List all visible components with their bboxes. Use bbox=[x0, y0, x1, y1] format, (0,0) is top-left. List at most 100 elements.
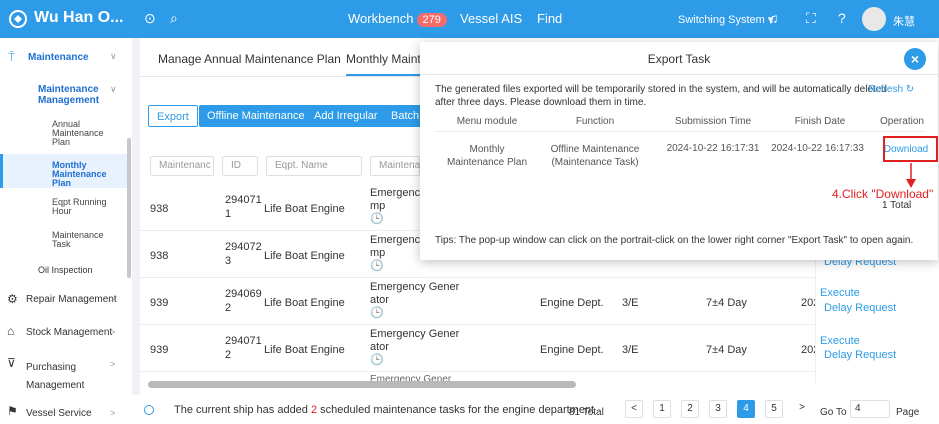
search-icon[interactable]: ⌕ bbox=[170, 10, 178, 27]
chevron-right-icon: > bbox=[110, 327, 116, 337]
pagination-page[interactable]: 5 bbox=[765, 400, 783, 418]
notification-bell-icon[interactable]: ♫ bbox=[768, 10, 779, 26]
horizontal-scrollbar[interactable] bbox=[148, 381, 576, 388]
col-header-function: Function bbox=[575, 116, 615, 127]
chevron-down-icon: ∨ bbox=[110, 51, 117, 61]
tab-monthly-plan[interactable]: Monthly Mainte bbox=[346, 52, 428, 76]
page-label: Page bbox=[896, 407, 920, 418]
refresh-button[interactable]: Refresh ↻ bbox=[868, 84, 914, 95]
footer-notice: The current ship has added 2 scheduled m… bbox=[174, 404, 595, 416]
offline-maintenance-button[interactable]: Offline Maintenance bbox=[199, 105, 313, 127]
sidebar-item-monthly-plan[interactable]: Monthly Maintenance Plan bbox=[52, 161, 107, 188]
row-no: 938 bbox=[150, 203, 169, 215]
close-icon[interactable]: × bbox=[904, 48, 926, 70]
sidebar-item-repair[interactable]: Repair Management bbox=[26, 294, 117, 305]
vessel-service-icon: ⚑ bbox=[7, 404, 18, 418]
arrow-down-icon bbox=[906, 163, 916, 188]
export-button[interactable]: Export bbox=[148, 105, 198, 127]
col-header-menu-module: Menu module bbox=[456, 116, 518, 127]
pagination-prev[interactable]: < bbox=[625, 400, 643, 418]
row-id: 294071 1 bbox=[225, 194, 262, 220]
tab-annual-plan[interactable]: Manage Annual Maintenance Plan bbox=[158, 52, 341, 66]
operation-column: Delay Request Execute Delay Request Exec… bbox=[815, 255, 939, 383]
row-function: Offline Maintenance (Maintenance Task) bbox=[550, 144, 640, 168]
row-dept: Engine Dept. bbox=[540, 297, 604, 309]
fullscreen-icon[interactable]: ⛶ bbox=[806, 10, 816, 27]
delay-request-link[interactable]: Delay Request bbox=[824, 349, 896, 361]
col-header-submission-time: Submission Time bbox=[674, 116, 752, 127]
execute-link[interactable]: Execute bbox=[820, 335, 860, 347]
goto-page-input[interactable]: 4 bbox=[850, 400, 890, 418]
row-dept: Engine Dept. bbox=[540, 344, 604, 356]
modal-title: Export Task bbox=[647, 52, 711, 66]
nav-find[interactable]: Find bbox=[537, 11, 562, 26]
filter-eqpt-name-input[interactable]: Eqpt. Name bbox=[266, 156, 362, 176]
pagination-page[interactable]: 1 bbox=[653, 400, 671, 418]
sidebar-item-oil-inspection[interactable]: Oil Inspection bbox=[38, 265, 93, 275]
switching-system-dropdown[interactable]: Switching System ▾ bbox=[678, 13, 773, 26]
col-header-operation: Operation bbox=[880, 116, 924, 127]
modal-info-line1: The generated files exported will be tem… bbox=[435, 84, 887, 95]
delay-request-link[interactable]: Delay Request bbox=[824, 302, 896, 314]
pagination-total: 81 Total bbox=[569, 407, 604, 418]
sidebar-item-purchasing[interactable]: Purchasing Management bbox=[26, 359, 84, 395]
home-icon: ⌂ bbox=[7, 324, 15, 338]
nav-vessel-ais[interactable]: Vessel AIS bbox=[460, 11, 522, 26]
sidebar-item-stock[interactable]: Stock Management bbox=[26, 327, 112, 338]
download-highlight-box bbox=[883, 136, 938, 162]
app-logo-icon bbox=[9, 10, 27, 28]
modal-info-line2: after three days. Please download them i… bbox=[435, 97, 647, 108]
table-row[interactable]: 939 294071 2 Life Boat Engine Emergency G… bbox=[140, 325, 820, 372]
pagination-page[interactable]: 2 bbox=[681, 400, 699, 418]
chevron-right-icon: > bbox=[110, 408, 116, 418]
sidebar: ⍑ Maintenance ∨ Maintenance Management ∨ … bbox=[0, 38, 132, 424]
col-header-finish-date: Finish Date bbox=[794, 116, 846, 127]
help-icon[interactable]: ? bbox=[838, 10, 846, 26]
pagination-page[interactable]: 3 bbox=[709, 400, 727, 418]
modal-total: 1 Total bbox=[882, 200, 912, 211]
chevron-right-icon: > bbox=[110, 294, 116, 304]
row-cycle: 7±4 Day bbox=[706, 297, 747, 309]
cart-icon: ⊽ bbox=[7, 356, 16, 370]
avatar[interactable] bbox=[862, 7, 886, 31]
back-circle-icon[interactable]: ⊙ bbox=[144, 10, 156, 27]
row-id: 294072 3 bbox=[225, 241, 262, 267]
row-submission-time: 2024-10-22 16:17:31 bbox=[666, 143, 760, 154]
modal-tips: Tips: The pop-up window can click on the… bbox=[435, 235, 914, 246]
table-footer: The current ship has added 2 scheduled m… bbox=[132, 395, 939, 424]
row-no: 938 bbox=[150, 250, 169, 262]
chevron-down-icon: ∨ bbox=[110, 84, 117, 94]
pagination-page-current[interactable]: 4 bbox=[737, 400, 755, 418]
add-irregular-button[interactable]: Add Irregular bbox=[306, 105, 386, 127]
export-task-modal: Export Task The generated files exported… bbox=[420, 42, 938, 260]
chevron-right-icon: > bbox=[110, 359, 116, 369]
row-finish-date: 2024-10-22 16:17:33 bbox=[771, 143, 864, 154]
wrench-icon: ⚙ bbox=[7, 292, 18, 306]
execute-link[interactable]: Execute bbox=[820, 287, 860, 299]
nav-workbench[interactable]: Workbench 279 bbox=[348, 11, 447, 27]
row-item: Emergency Gener ator 🕒 bbox=[370, 281, 460, 319]
row-no: 939 bbox=[150, 297, 169, 309]
sidebar-item-maintenance[interactable]: Maintenance bbox=[28, 52, 89, 63]
filter-id-input[interactable]: ID bbox=[222, 156, 258, 176]
pagination-next[interactable]: > bbox=[793, 400, 811, 418]
maintenance-icon: ⍑ bbox=[8, 50, 16, 64]
app-name: Wu Han O... bbox=[34, 9, 124, 26]
filter-maintenance-input[interactable]: Maintenanc bbox=[150, 156, 214, 176]
sidebar-item-vessel-service[interactable]: Vessel Service bbox=[26, 408, 92, 419]
refresh-icon: ↻ bbox=[905, 84, 915, 95]
sidebar-item-maint-mgmt[interactable]: Maintenance Management bbox=[38, 84, 99, 106]
row-eqpt-name: Life Boat Engine bbox=[264, 250, 345, 262]
table-row[interactable]: 939 294069 2 Life Boat Engine Emergency G… bbox=[140, 278, 820, 325]
sidebar-item-maintenance-task[interactable]: Maintenance Task bbox=[52, 231, 104, 249]
sidebar-item-annual-plan[interactable]: Annual Maintenance Plan bbox=[52, 120, 104, 147]
row-menu-module: Monthly Maintenance Plan bbox=[446, 144, 528, 168]
sidebar-scrollbar[interactable] bbox=[127, 138, 131, 278]
row-rank: 3/E bbox=[622, 297, 639, 309]
row-item: Emergency Gener ator 🕒 bbox=[370, 328, 460, 366]
user-name: 朱慧 bbox=[893, 16, 915, 28]
row-id: 294071 2 bbox=[225, 335, 262, 361]
sidebar-item-eqpt-running-hour[interactable]: Eqpt Running Hour bbox=[52, 198, 107, 216]
filter-maintenance2-input[interactable]: Maintenanc bbox=[370, 156, 431, 176]
modal-divider bbox=[420, 74, 938, 75]
